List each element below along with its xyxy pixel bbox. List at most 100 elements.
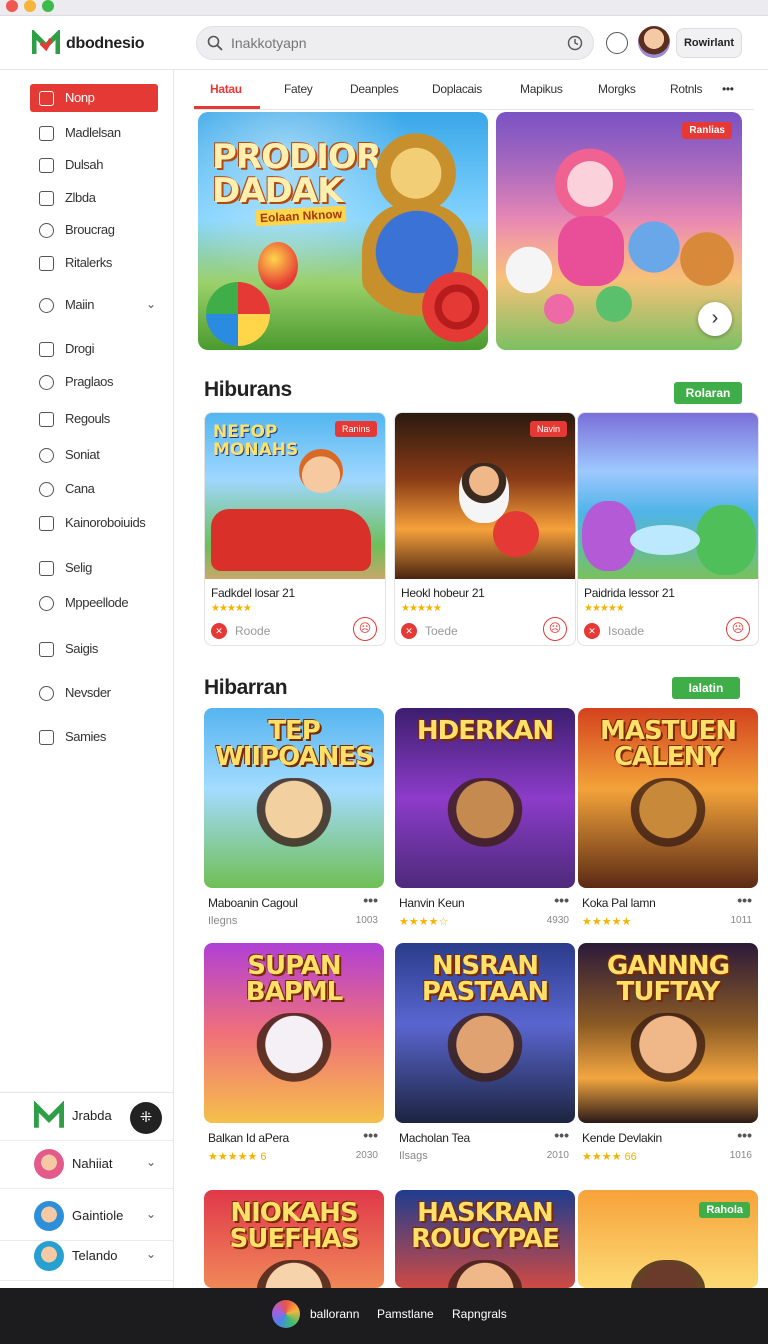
settings-button[interactable]: ⁜ [130,1102,162,1134]
more-tabs-button[interactable]: ••• [722,82,734,96]
close-window-icon[interactable] [6,0,18,12]
card-badge: Ranins [334,421,377,437]
tile-title: Maboanin Cagoul [208,896,298,910]
carousel-next-button[interactable]: › [698,302,732,336]
sidebar-item-1[interactable]: Nonp [30,84,158,112]
game-tile[interactable]: NIOKAHS SUEFHAS [204,1190,384,1288]
sidebar-item-4[interactable]: Zlbda [30,184,158,212]
boy-character [459,463,509,523]
tab-item[interactable]: Rotnls [670,82,703,96]
game-card[interactable]: NEFOP MONAHS Ranins Fadkdel losar 21 ★★★★★ ✕… [204,412,386,646]
sidebar-item-14[interactable]: Selig [30,554,158,582]
boy-character [299,449,343,493]
tile-count: 2010 [546,1150,569,1161]
edit-icon [39,561,54,576]
tab-item[interactable]: Mapikus [520,82,563,96]
search-input[interactable] [231,27,551,59]
card-action-icon[interactable]: ☹ [353,617,377,641]
game-tile[interactable]: TEP WIIPOANES Maboanin Cagoul ••• Ilegns 100… [204,708,384,938]
tab-item[interactable]: Morgks [598,82,636,96]
search-bar[interactable] [196,26,594,60]
green-critter [596,286,632,322]
sidebar-item-13[interactable]: Kainoroboiuids [30,509,158,537]
sidebar-item-10[interactable]: Regouls [30,405,158,433]
chevron-down-icon[interactable]: ⌄ [146,1247,156,1261]
footer-link[interactable]: ballorann [310,1307,359,1321]
sidebar-item-label: Ritalerks [65,255,112,270]
card-action-icon[interactable]: ☹ [543,617,567,641]
sidebar-item-3[interactable]: Dulsah [30,151,158,179]
sidebar-account-row[interactable]: Jrabda ⁜ [0,1093,174,1141]
tab-item[interactable]: Doplacais [432,82,482,96]
more-options-icon[interactable]: ••• [363,1127,378,1143]
more-options-icon[interactable]: ••• [554,1127,569,1143]
card-title: Heokl hobeur 21 [401,586,485,600]
publisher-icon: ✕ [401,623,417,639]
hero-banner-left[interactable]: PRODIOR DADAK Eolaan Nknow [198,112,488,350]
green-monster [696,505,756,575]
sidebar-item-17[interactable]: Nevsder [30,679,158,707]
more-options-icon[interactable]: ••• [554,892,569,908]
brand-logo-icon[interactable] [32,30,60,56]
more-options-icon[interactable]: ••• [737,1127,752,1143]
tile-title: Koka Pal lamn [582,896,656,910]
info-icon [39,730,54,745]
sidebar-item-8[interactable]: Drogi [30,335,158,363]
sidebar-item-12[interactable]: Cana [30,475,158,503]
sidebar-item-2[interactable]: Madlelsan [30,119,158,147]
game-tile[interactable]: SUPAN BAPML Balkan Id aPera ••• ★★★★★ 6 2030 [204,943,384,1173]
history-icon[interactable] [567,35,583,51]
sidebar-item-11[interactable]: Soniat [30,441,158,469]
game-card[interactable]: Paidrida lessor 21 ★★★★★ ✕ Isoade ☹ [577,412,759,646]
sidebar-item-label: Samies [65,729,106,744]
category-tabs: Hatau Fatey Deanples Doplacais Mapikus Morgks… [194,74,754,110]
brand-name[interactable]: dbodnesio [66,35,144,53]
brand-logo-icon [34,1101,64,1128]
game-card[interactable]: Navin Heokl hobeur 21 ★★★★★ ✕ Toede ☹ [394,412,576,646]
sidebar-item-7[interactable]: Maiin ⌄ [30,291,158,319]
sidebar-item-5[interactable]: Broucrag [30,216,158,244]
sidebar-item-18[interactable]: Samies [30,723,158,751]
sidebar-item-label: Nonp [65,90,95,105]
sidebar-item-16[interactable]: Saigis [30,635,158,663]
footer-link[interactable]: Pamstlane [377,1307,434,1321]
sidebar-item-label: Drogi [65,341,95,356]
rating-stars: ★★★★★ [211,603,252,614]
game-tile[interactable]: HASKRAN ROUCYPAE [395,1190,575,1288]
search-icon [39,686,54,701]
footer-link[interactable]: Rapngrals [452,1307,507,1321]
game-tile[interactable]: Rahola [578,1190,758,1288]
card-action-icon[interactable]: ☹ [726,617,750,641]
maximize-window-icon[interactable] [42,0,54,12]
sidebar-item-6[interactable]: Ritalerks [30,249,158,277]
section1-action-button[interactable]: Rolaran [674,382,742,404]
game-tile[interactable]: MASTUEN CALENY Koka Pal lamn ••• ★★★★★ 1011 [578,708,758,938]
more-options-icon[interactable]: ••• [737,892,752,908]
tab-item[interactable]: Fatey [284,82,313,96]
sidebar-account-row[interactable]: Nahiiat ⌄ [0,1141,174,1189]
sidebar-item-15[interactable]: Mppeellode [30,589,158,617]
section2-action-button[interactable]: Ialatin [672,677,740,699]
rating-stars: ★★★★★ [401,603,442,614]
more-options-icon[interactable]: ••• [363,892,378,908]
account-name: Jrabda [72,1108,112,1123]
sidebar-item-9[interactable]: Praglaos [30,368,158,396]
account-name: Gaintiole [72,1208,124,1223]
minimize-window-icon[interactable] [24,0,36,12]
tab-item[interactable]: Hatau [210,82,242,96]
sidebar-item-label: Kainoroboiuids [65,515,146,530]
chevron-down-icon[interactable]: ⌄ [146,1155,156,1169]
tab-item[interactable]: Deanples [350,82,399,96]
user-avatar[interactable] [638,26,670,58]
footer-logo-icon[interactable] [272,1300,300,1328]
game-tile[interactable]: GANNNG TUFTAY Kende Devlakin ••• ★★★★ 66 101… [578,943,758,1173]
notifications-button[interactable] [606,32,628,54]
profile-button[interactable]: Rowirlant [676,28,742,58]
chevron-down-icon[interactable]: ⌄ [146,297,156,311]
fountain [630,525,700,555]
game-tile[interactable]: NISRAN PASTAAN Macholan Tea ••• Ilsags 2010 [395,943,575,1173]
game-tile[interactable]: HDERKAN Hanvin Keun ••• ★★★★☆ 4930 [395,708,575,938]
chart-icon [39,191,54,206]
sidebar-account-row[interactable]: Telando ⌄ [0,1233,174,1281]
chevron-down-icon[interactable]: ⌄ [146,1207,156,1221]
